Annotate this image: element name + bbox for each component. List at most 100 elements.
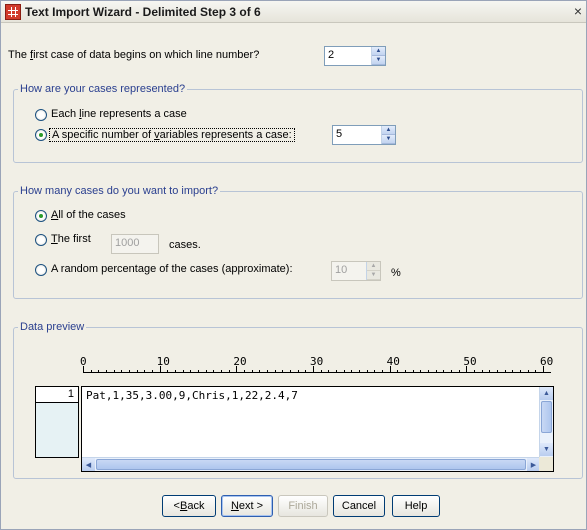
data-preview-area[interactable]: Pat,1,35,3.00,9,Chris,1,22,2.4,7 ▲ ▼ ◀ ▶ <box>81 386 554 472</box>
spin-up-icon[interactable]: ▲ <box>372 47 385 56</box>
random-percentage-spinner[interactable]: 10 ▲ ▼ <box>331 261 381 281</box>
ruler-tick <box>136 370 138 373</box>
radio-all-cases[interactable] <box>35 210 47 222</box>
ruler-tick <box>305 370 307 373</box>
ruler-label: 50 <box>463 355 477 368</box>
horizontal-scroll-thumb[interactable] <box>96 459 526 470</box>
first-n-cases-input[interactable]: 1000 <box>111 234 159 254</box>
variables-per-case-spinner[interactable]: 5 ▲ ▼ <box>332 125 396 145</box>
spinner-buttons: ▲ ▼ <box>381 126 395 144</box>
next-button-part: ext > <box>238 500 264 512</box>
first-n-label-part: he first <box>57 233 91 245</box>
row-number-column: 1 <box>35 386 79 458</box>
ruler-tick <box>328 370 330 373</box>
first-n-label: The first <box>51 233 91 245</box>
ruler-tick <box>497 370 498 373</box>
window-title: Text Import Wizard - Delimited Step 3 of… <box>25 5 261 19</box>
random-percentage-value[interactable]: 10 <box>332 262 366 280</box>
row-number: 1 <box>36 387 78 403</box>
ruler-tick <box>351 370 353 373</box>
first-line-label: The first case of data begins on which l… <box>8 49 259 61</box>
spin-up-icon[interactable]: ▲ <box>382 126 395 135</box>
ruler-tick <box>221 370 222 373</box>
ruler-tick <box>481 370 483 373</box>
help-button[interactable]: Help <box>392 495 440 517</box>
spinner-buttons: ▲ ▼ <box>366 262 380 280</box>
vertical-scrollbar[interactable]: ▲ ▼ <box>539 387 553 457</box>
ruler-tick <box>382 370 383 373</box>
ruler-tick <box>129 370 130 373</box>
ruler-tick <box>259 370 261 373</box>
ruler-tick <box>282 370 284 373</box>
scroll-down-icon[interactable]: ▼ <box>540 443 553 456</box>
first-n-label-mnemonic: T <box>51 233 58 245</box>
random-percentage-label: A random percentage of the cases (approx… <box>51 263 293 275</box>
scrollbar-corner <box>539 457 553 471</box>
horizontal-scrollbar[interactable]: ◀ ▶ <box>82 457 541 471</box>
ruler-tick <box>520 370 521 373</box>
ruler-tick <box>443 370 445 373</box>
preview-row-text: Pat,1,35,3.00,9,Chris,1,22,2.4,7 <box>86 389 298 402</box>
spinner-buttons: ▲ ▼ <box>371 47 385 65</box>
title-bar: Text Import Wizard - Delimited Step 3 of… <box>1 1 586 23</box>
ruler-tick <box>320 370 322 373</box>
ruler-tick <box>251 370 253 373</box>
first-line-spinner[interactable]: 2 ▲ ▼ <box>324 46 386 66</box>
ruler-tick <box>435 370 437 373</box>
ruler-tick <box>474 370 475 373</box>
scroll-up-icon[interactable]: ▲ <box>540 387 553 400</box>
spin-up-icon[interactable]: ▲ <box>367 262 380 271</box>
ruler-tick <box>527 370 529 373</box>
ruler-tick <box>451 370 452 373</box>
ruler-tick <box>374 370 376 373</box>
cancel-button[interactable]: Cancel <box>333 495 385 517</box>
next-button[interactable]: Next > <box>221 495 273 517</box>
finish-button[interactable]: Finish <box>278 495 328 517</box>
ruler-label: 40 <box>386 355 400 368</box>
ruler-tick <box>167 370 169 373</box>
first-n-suffix: cases. <box>169 239 201 251</box>
ruler-tick <box>428 370 429 373</box>
back-button-mnemonic: B <box>179 500 188 512</box>
column-ruler: 0 10 20 30 40 50 60 <box>80 355 553 373</box>
ruler-label: 30 <box>310 355 324 368</box>
each-line-label-part: ine represents a case <box>81 108 187 120</box>
spin-down-icon[interactable]: ▼ <box>372 56 385 65</box>
ruler-tick <box>244 370 245 373</box>
back-button[interactable]: < Back <box>162 495 216 517</box>
radio-specific-variables[interactable] <box>35 129 47 141</box>
ruler-tick <box>343 370 345 373</box>
radio-each-line[interactable] <box>35 109 47 121</box>
ruler-tick <box>113 370 115 373</box>
close-icon[interactable]: × <box>574 3 582 19</box>
ruler-tick <box>366 370 368 373</box>
ruler-label: 10 <box>156 355 170 368</box>
scroll-left-icon[interactable]: ◀ <box>82 458 95 471</box>
spin-down-icon[interactable]: ▼ <box>382 135 395 144</box>
first-line-label-part: The <box>8 49 31 61</box>
ruler-tick <box>504 370 506 373</box>
spss-app-icon <box>5 4 21 20</box>
ruler-tick <box>274 370 276 373</box>
spin-down-icon[interactable]: ▼ <box>367 271 380 280</box>
ruler-tick <box>144 370 146 373</box>
radio-random-percentage[interactable] <box>35 264 47 276</box>
ruler-tick <box>213 370 215 373</box>
ruler-tick <box>405 370 406 373</box>
vertical-scroll-thumb[interactable] <box>541 401 552 433</box>
ruler-tick <box>98 370 100 373</box>
cases-represented-group: How are your cases represented? <box>13 83 583 163</box>
variables-per-case-value[interactable]: 5 <box>333 126 381 144</box>
back-button-part: ack <box>187 500 205 512</box>
first-n-cases-value[interactable]: 1000 <box>112 235 158 253</box>
each-line-label: Each line represents a case <box>51 108 187 120</box>
ruler-tick <box>420 370 422 373</box>
ruler-tick <box>359 370 360 373</box>
radio-first-n-cases[interactable] <box>35 234 47 246</box>
ruler-tick <box>336 370 337 373</box>
ruler-tick <box>152 370 153 373</box>
cases-import-legend: How many cases do you want to import? <box>18 185 221 197</box>
specific-variables-label: A specific number of variables represent… <box>49 128 295 142</box>
ruler-tick <box>198 370 199 373</box>
first-line-value[interactable]: 2 <box>325 47 371 65</box>
